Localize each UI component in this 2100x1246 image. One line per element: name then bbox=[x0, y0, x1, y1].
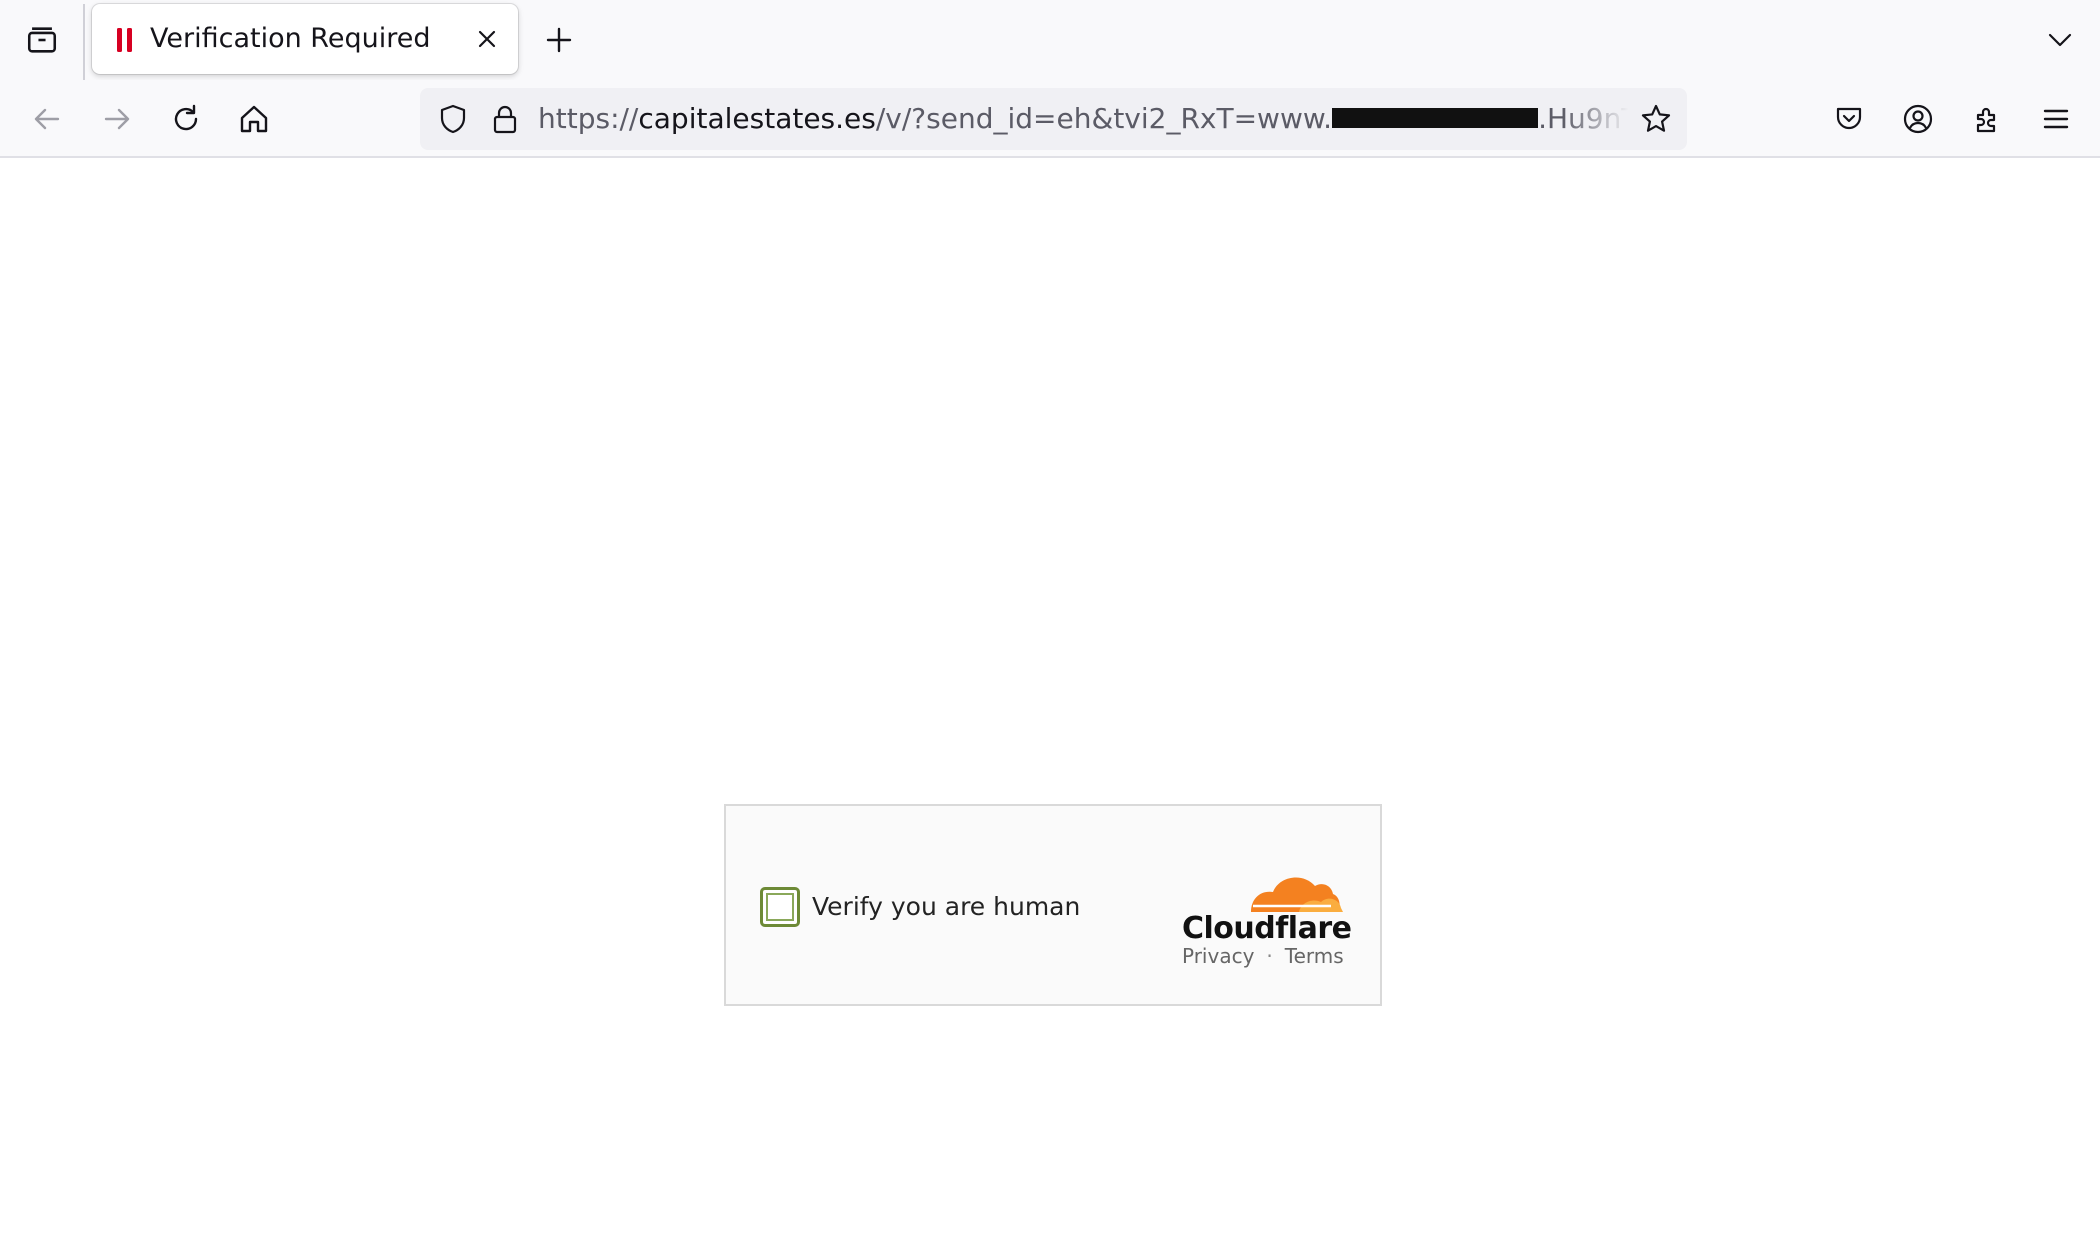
captcha-widget: Verify you are human Cloudflare Privacy ·… bbox=[724, 804, 1382, 1006]
account-icon bbox=[1902, 103, 1934, 135]
url-text[interactable]: https://capitalestates.es/v/?send_id=eh&… bbox=[538, 88, 1628, 150]
tab-list-button[interactable] bbox=[16, 14, 68, 66]
url-bar[interactable]: https://capitalestates.es/v/?send_id=eh&… bbox=[420, 88, 1687, 150]
hamburger-menu-icon bbox=[2041, 104, 2071, 134]
tab-active[interactable]: Verification Required bbox=[92, 4, 518, 74]
star-icon bbox=[1640, 103, 1672, 135]
widget-footer-links: Privacy · Terms bbox=[1182, 946, 1344, 966]
cloudflare-wordmark: Cloudflare bbox=[1182, 911, 1352, 946]
account-button[interactable] bbox=[1893, 94, 1943, 144]
pocket-button[interactable] bbox=[1824, 94, 1874, 144]
tab-list-icon bbox=[25, 23, 59, 57]
home-button[interactable] bbox=[229, 94, 279, 144]
chevron-down-icon bbox=[2046, 26, 2074, 54]
app-menu-button[interactable] bbox=[2031, 94, 2081, 144]
url-redacted-segment bbox=[1332, 108, 1539, 128]
reload-icon bbox=[170, 103, 202, 135]
arrow-right-icon bbox=[102, 104, 132, 134]
tab-strip: Verification Required bbox=[0, 0, 2100, 80]
tab-close-button[interactable] bbox=[470, 22, 504, 56]
url-domain: capitalestates.es bbox=[638, 102, 876, 135]
home-icon bbox=[238, 103, 270, 135]
extensions-button[interactable] bbox=[1963, 94, 2013, 144]
puzzle-icon bbox=[1972, 103, 2004, 135]
tabstrip-divider bbox=[83, 4, 85, 80]
back-button[interactable] bbox=[22, 94, 72, 144]
tab-title: Verification Required bbox=[150, 23, 431, 54]
reload-button[interactable] bbox=[161, 94, 211, 144]
url-scheme: https:// bbox=[538, 102, 639, 135]
pocket-icon bbox=[1834, 104, 1864, 134]
lock-icon[interactable] bbox=[488, 102, 522, 136]
forward-button[interactable] bbox=[92, 94, 142, 144]
footer-separator: · bbox=[1266, 944, 1273, 968]
url-path-tail: .Hu9nToJ bbox=[1538, 102, 1628, 135]
pause-icon bbox=[116, 26, 134, 54]
list-all-tabs-button[interactable] bbox=[2036, 16, 2084, 64]
arrow-left-icon bbox=[32, 104, 62, 134]
page-content: Verify you are human Cloudflare Privacy ·… bbox=[0, 160, 2100, 1246]
terms-link[interactable]: Terms bbox=[1285, 946, 1344, 966]
verify-human-label[interactable]: Verify you are human bbox=[812, 886, 1080, 928]
new-tab-button[interactable] bbox=[535, 14, 583, 66]
shield-icon[interactable] bbox=[436, 102, 470, 136]
close-icon bbox=[477, 29, 497, 49]
privacy-link[interactable]: Privacy bbox=[1182, 946, 1254, 966]
url-path: /v/?send_id=eh&tvi2_RxT=www. bbox=[875, 102, 1333, 135]
verify-human-checkbox[interactable] bbox=[760, 887, 800, 927]
navigation-toolbar: https://capitalestates.es/v/?send_id=eh&… bbox=[0, 80, 2100, 158]
plus-icon bbox=[545, 26, 573, 54]
bookmark-button[interactable] bbox=[1639, 102, 1673, 136]
